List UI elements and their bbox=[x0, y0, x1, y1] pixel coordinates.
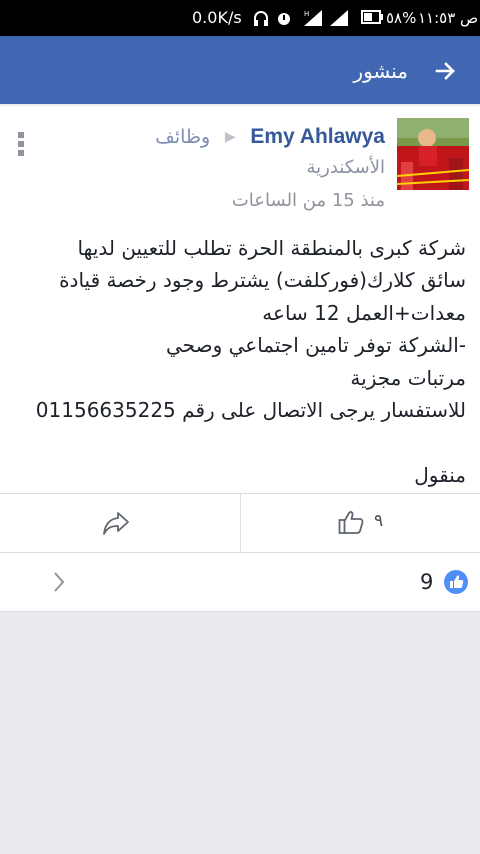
post-body: شركة كبرى بالمنطقة الحرة تطلب للتعيين لد… bbox=[12, 232, 466, 491]
post-body-line: منقول bbox=[414, 462, 466, 487]
post-body-line: -الشركة توفر تامين اجتماعي وصحي bbox=[166, 333, 466, 358]
app-bar: منشور bbox=[0, 36, 480, 104]
signal-icon: H bbox=[304, 10, 322, 26]
post-body-line: سائق كلارك(فوركلفت) يشترط وجود رخصة قياد… bbox=[59, 268, 466, 293]
avatar-image bbox=[397, 118, 469, 190]
network-speed: 0.0K/s bbox=[192, 8, 242, 27]
post-body-line: معدات+العمل 12 ساعه bbox=[262, 300, 466, 325]
signal-icon-2 bbox=[330, 10, 348, 26]
page-title: منشور bbox=[353, 59, 408, 83]
like-button[interactable]: ٩ bbox=[241, 494, 480, 552]
post-location[interactable]: الأسكندرية bbox=[306, 155, 385, 181]
more-options-icon[interactable] bbox=[16, 132, 26, 158]
like-reaction-icon bbox=[444, 570, 468, 594]
post-body-line: شركة كبرى بالمنطقة الحرة تطلب للتعيين لد… bbox=[77, 236, 467, 260]
svg-text:H: H bbox=[304, 10, 309, 18]
share-icon bbox=[103, 512, 129, 535]
status-icons: H bbox=[254, 10, 348, 26]
battery-percent: ٥٨% bbox=[386, 9, 417, 27]
post-card: Emy Ahlawya ▶ وظائف الأسكندرية منذ 15 من… bbox=[0, 106, 480, 612]
like-count: ٩ bbox=[374, 511, 384, 531]
post-body-line: مرتبات مجزية bbox=[350, 365, 466, 390]
headphones-icon bbox=[254, 11, 268, 26]
share-button[interactable] bbox=[0, 494, 240, 552]
clock: ص ١١:٥٣ bbox=[418, 9, 479, 27]
post-time[interactable]: منذ 15 من الساعات bbox=[232, 188, 385, 214]
back-arrow-icon[interactable] bbox=[432, 58, 458, 84]
post-body-line bbox=[12, 426, 466, 458]
battery-icon bbox=[361, 10, 383, 24]
reaction-count: 9 bbox=[420, 570, 434, 594]
alarm-icon bbox=[278, 13, 290, 25]
avatar[interactable] bbox=[397, 118, 469, 190]
chevron-right-icon[interactable] bbox=[52, 571, 66, 593]
author-name[interactable]: Emy Ahlawya bbox=[250, 125, 385, 148]
thumbs-up-icon bbox=[338, 511, 364, 534]
post-body-line: للاستفسار يرجى الاتصال على رقم 011566352… bbox=[35, 397, 466, 422]
arrow-right-icon: ▶ bbox=[224, 129, 236, 145]
group-name[interactable]: وظائف bbox=[155, 126, 210, 148]
action-bar: ٩ bbox=[0, 493, 480, 553]
status-bar: 0.0K/s H ٥٨% ص ١١:٥٣ bbox=[0, 0, 480, 36]
post-header: Emy Ahlawya ▶ وظائف bbox=[155, 122, 385, 153]
reactions-row[interactable]: 9 bbox=[0, 554, 480, 611]
